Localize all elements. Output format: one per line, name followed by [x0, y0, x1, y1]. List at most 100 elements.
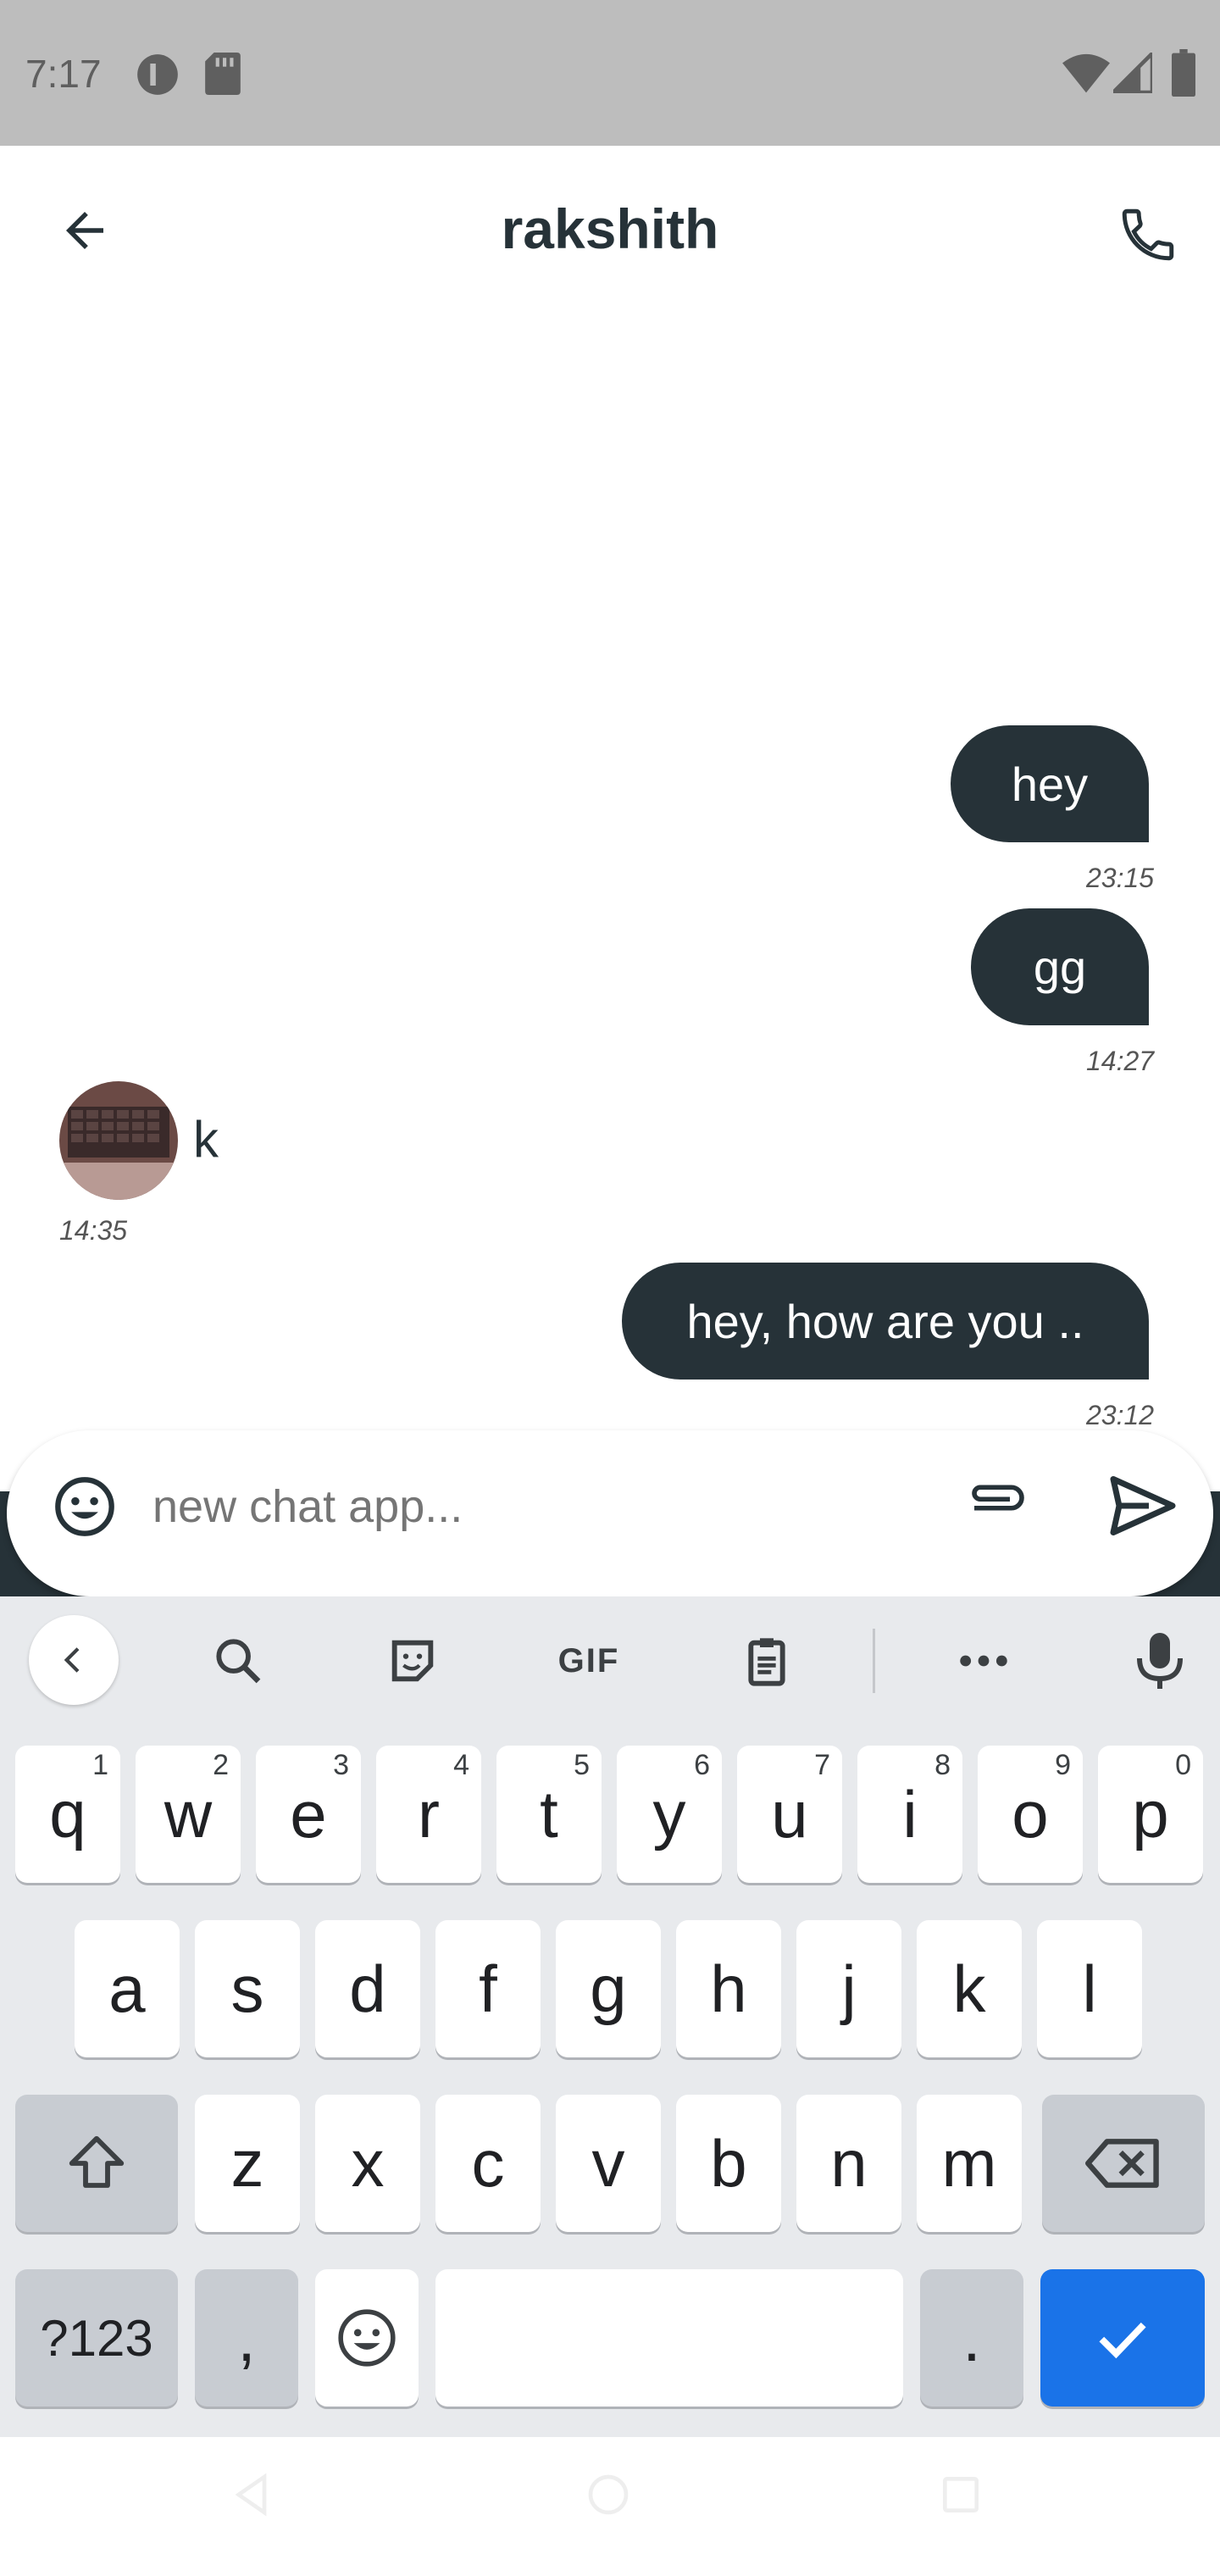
mic-icon [1137, 1633, 1183, 1689]
key-t[interactable]: t5 [496, 1746, 602, 1883]
enter-key[interactable] [1040, 2269, 1205, 2407]
backspace-icon [1085, 2139, 1159, 2188]
smiley-icon [55, 1477, 114, 1536]
key-j[interactable]: j [796, 1920, 901, 2057]
key-q[interactable]: q1 [15, 1746, 120, 1883]
chevron-left-icon [64, 1647, 80, 1673]
keyboard-search-button[interactable] [191, 1618, 285, 1703]
key-d[interactable]: d [315, 1920, 420, 2057]
keyboard-clipboard-button[interactable] [720, 1618, 813, 1703]
key-m[interactable]: m [917, 2095, 1022, 2232]
keyboard-collapse-button[interactable] [29, 1615, 119, 1705]
keyboard-gif-button[interactable]: GIF [542, 1618, 635, 1703]
key-hint: 1 [92, 1749, 108, 1781]
paperclip-icon [972, 1485, 1024, 1511]
call-button[interactable] [1101, 188, 1195, 281]
key-hint: 8 [934, 1749, 951, 1781]
signal-icon [1108, 48, 1155, 97]
key-r[interactable]: r4 [376, 1746, 481, 1883]
key-label: p [1132, 1776, 1169, 1852]
message-text: hey, how are you .. [686, 1294, 1084, 1348]
period-key[interactable]: . [920, 2269, 1023, 2407]
key-v[interactable]: v [556, 2095, 661, 2232]
comma-key[interactable]: , [195, 2269, 298, 2407]
emoji-button[interactable] [44, 1466, 125, 1547]
incoming-message-text[interactable]: k [193, 1110, 219, 1169]
key-hint: 7 [814, 1749, 830, 1781]
key-label: o [1012, 1776, 1049, 1852]
wifi-icon [1062, 53, 1110, 97]
nav-back-icon[interactable] [229, 2471, 276, 2518]
key-w[interactable]: w2 [136, 1746, 241, 1883]
toolbar-divider [873, 1629, 875, 1693]
outgoing-message-bubble[interactable]: hey [951, 725, 1149, 842]
battery-icon [1171, 49, 1196, 101]
key-label: r [418, 1776, 440, 1852]
key-label: w [164, 1776, 213, 1852]
key-hint: 9 [1055, 1749, 1071, 1781]
nav-home-icon[interactable] [585, 2471, 632, 2518]
message-timestamp: 23:15 [1086, 863, 1155, 893]
key-b[interactable]: b [676, 2095, 781, 2232]
avatar[interactable] [59, 1081, 178, 1200]
more-icon [960, 1655, 1007, 1667]
key-label: i [902, 1776, 918, 1852]
symbols-key[interactable]: ?123 [15, 2269, 178, 2407]
key-hint: 4 [453, 1749, 469, 1781]
key-k[interactable]: k [917, 1920, 1022, 2057]
phone-icon [1122, 208, 1174, 261]
key-z[interactable]: z [195, 2095, 300, 2232]
space-key[interactable] [435, 2269, 903, 2407]
key-hint: 3 [333, 1749, 349, 1781]
outgoing-message-bubble[interactable]: gg [971, 908, 1149, 1025]
key-y[interactable]: y6 [617, 1746, 722, 1883]
attach-button[interactable] [957, 1466, 1039, 1547]
key-i[interactable]: i8 [857, 1746, 962, 1883]
key-hint: 2 [213, 1749, 229, 1781]
emoji-key[interactable] [315, 2269, 419, 2407]
sd-card-icon [205, 53, 241, 99]
key-e[interactable]: e3 [256, 1746, 361, 1883]
keyboard-sticker-button[interactable] [366, 1618, 459, 1703]
key-l[interactable]: l [1037, 1920, 1142, 2057]
keyboard-mic-button[interactable] [1113, 1618, 1206, 1703]
app-bar: rakshith [0, 146, 1220, 315]
key-a[interactable]: a [75, 1920, 180, 2057]
key-label: q [49, 1776, 86, 1852]
key-c[interactable]: c [435, 2095, 541, 2232]
keyboard-more-button[interactable] [937, 1618, 1030, 1703]
key-label: e [290, 1776, 327, 1852]
message-text: hey [1011, 757, 1089, 811]
key-hint: 5 [574, 1749, 590, 1781]
key-x[interactable]: x [315, 2095, 420, 2232]
pause-circle-icon [136, 53, 180, 101]
backspace-key[interactable] [1042, 2095, 1205, 2232]
key-label: u [771, 1776, 808, 1852]
message-timestamp: 23:12 [1086, 1400, 1155, 1430]
message-input[interactable] [152, 1466, 898, 1547]
key-label: y [652, 1776, 686, 1852]
navigation-bar [0, 2437, 1220, 2576]
key-o[interactable]: o9 [978, 1746, 1083, 1883]
key-label: t [540, 1776, 558, 1852]
clipboard-icon [748, 1638, 785, 1686]
send-button[interactable] [1096, 1459, 1190, 1552]
key-h[interactable]: h [676, 1920, 781, 2057]
nav-recents-icon[interactable] [937, 2471, 984, 2518]
shift-icon [69, 2135, 125, 2188]
key-g[interactable]: g [556, 1920, 661, 2057]
key-f[interactable]: f [435, 1920, 541, 2057]
emoji-icon [338, 2309, 396, 2367]
message-timestamp: 14:35 [59, 1215, 128, 1246]
shift-key[interactable] [15, 2095, 178, 2232]
search-icon [216, 1639, 261, 1684]
outgoing-message-bubble[interactable]: hey, how are you .. [622, 1263, 1149, 1380]
key-hint: 0 [1175, 1749, 1191, 1781]
key-n[interactable]: n [796, 2095, 901, 2232]
key-s[interactable]: s [195, 1920, 300, 2057]
sticker-icon [391, 1640, 434, 1682]
message-timestamp: 14:27 [1086, 1046, 1155, 1076]
key-p[interactable]: p0 [1098, 1746, 1203, 1883]
key-u[interactable]: u7 [737, 1746, 842, 1883]
keyboard-photo-avatar [59, 1081, 178, 1200]
